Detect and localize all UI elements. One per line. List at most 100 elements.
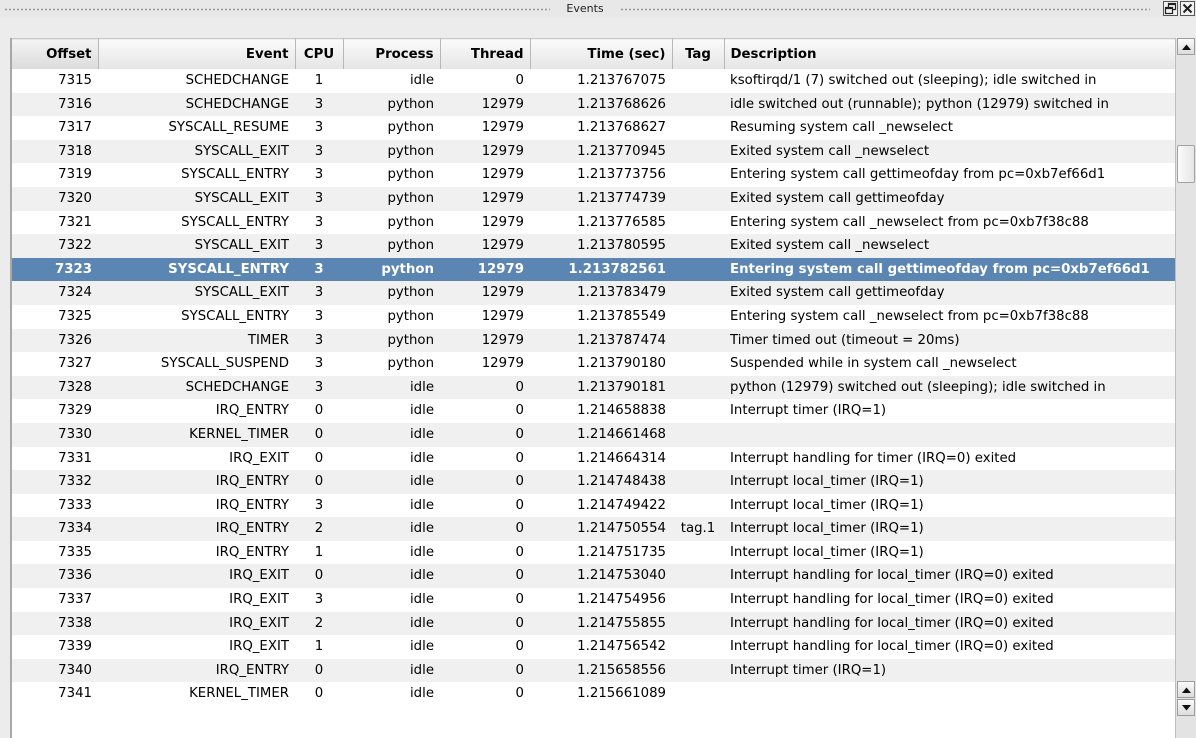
cell-time: 1.213768626 [530,92,672,117]
cell-cpu: 3 [295,352,343,376]
cell-time: 1.214753040 [530,564,672,589]
cell-thread: 12979 [440,234,530,258]
column-header-cpu[interactable]: CPU [295,38,344,69]
column-header-time[interactable]: Time (sec) [530,38,673,69]
table-row[interactable]: 7326 TIMER 3 python 12979 1.213787474 Timer ti… [12,328,1175,353]
cell-offset: 7329 [12,399,98,423]
scroll-down-button[interactable] [1177,699,1195,716]
table-row[interactable]: 7327 SYSCALL_SUSPEND 3 python 12979 1.2137901… [12,352,1175,376]
cell-tag [672,163,724,187]
cell-tag [672,493,724,518]
cell-description: Timer timed out (timeout = 20ms) [724,328,1175,353]
cell-tag [672,446,724,471]
cell-description: Exited system call _newselect [724,234,1175,258]
cell-time: 1.214755855 [530,611,672,636]
cell-tag [672,234,724,258]
close-panel-button[interactable] [1180,1,1195,16]
cell-time: 1.213767075 [530,69,672,93]
cell-event: IRQ_ENTRY [98,517,295,541]
cell-cpu: 3 [295,163,343,187]
cell-event: IRQ_EXIT [98,611,295,636]
table-row[interactable]: 7321 SYSCALL_ENTRY 3 python 12979 1.213776585… [12,210,1175,235]
column-header-offset[interactable]: Offset [12,38,99,69]
cell-process: python [343,328,440,353]
cell-cpu: 2 [295,517,343,541]
cell-offset: 7323 [12,257,98,282]
cell-event: IRQ_EXIT [98,564,295,589]
table-row[interactable]: 7320 SYSCALL_EXIT 3 python 12979 1.213774739 E… [12,186,1175,211]
table-row[interactable]: 7333 IRQ_ENTRY 3 idle 0 1.214749422 Interrupt … [12,493,1175,518]
cell-tag [672,422,724,447]
events-titlebar[interactable]: Events [0,0,1196,18]
table-row[interactable]: 7332 IRQ_ENTRY 0 idle 0 1.214748438 Interrupt … [12,470,1175,494]
table-row[interactable]: 7316 SCHEDCHANGE 3 python 12979 1.213768626 id… [12,92,1175,117]
column-header-description[interactable]: Description [724,38,1175,69]
cell-thread: 0 [440,658,530,683]
cell-time: 1.213768627 [530,116,672,140]
cell-event: IRQ_EXIT [98,588,295,612]
cell-thread: 0 [440,635,530,659]
table-row[interactable]: 7336 IRQ_EXIT 0 idle 0 1.214753040 Interrupt h… [12,564,1175,589]
table-row[interactable]: 7341 KERNEL_TIMER 0 idle 0 1.215661089 [12,682,1175,707]
table-row[interactable]: 7328 SCHEDCHANGE 3 idle 0 1.213790181 python (… [12,375,1175,400]
cell-event: SYSCALL_EXIT [98,281,295,305]
table-row[interactable]: 7339 IRQ_EXIT 1 idle 0 1.214756542 Interrupt h… [12,635,1175,659]
cell-description: Interrupt local_timer (IRQ=1) [724,470,1175,494]
table-row[interactable]: 7334 IRQ_ENTRY 2 idle 0 1.214750554 tag.1 Inter… [12,517,1175,541]
cell-thread: 0 [440,682,530,707]
column-header-thread[interactable]: Thread [440,38,531,69]
cell-tag [672,69,724,93]
table-row[interactable]: 7317 SYSCALL_RESUME 3 python 12979 1.21376862… [12,116,1175,140]
table-row[interactable]: 7325 SYSCALL_ENTRY 3 python 12979 1.213785549… [12,304,1175,329]
cell-process: idle [343,564,440,589]
cell-event: SYSCALL_ENTRY [98,163,295,187]
table-row[interactable]: 7324 SYSCALL_EXIT 3 python 12979 1.213783479 E… [12,281,1175,305]
scroll-up-button-lower[interactable] [1177,681,1195,698]
cell-thread: 0 [440,588,530,612]
cell-process: idle [343,588,440,612]
cell-thread: 12979 [440,210,530,235]
cell-description: Entering system call gettimeofday from p… [724,257,1175,282]
column-header-process[interactable]: Process [343,38,441,69]
table-row[interactable]: 7329 IRQ_ENTRY 0 idle 0 1.214658838 Interrupt … [12,399,1175,423]
cell-thread: 12979 [440,186,530,211]
cell-process: python [343,186,440,211]
cell-event: IRQ_EXIT [98,635,295,659]
cell-time: 1.214756542 [530,635,672,659]
scroll-up-button[interactable] [1177,38,1195,55]
cell-cpu: 3 [295,139,343,164]
table-row[interactable]: 7319 SYSCALL_ENTRY 3 python 12979 1.213773756… [12,163,1175,187]
table-row[interactable]: 7337 IRQ_EXIT 3 idle 0 1.214754956 Interrupt h… [12,588,1175,612]
cell-thread: 12979 [440,163,530,187]
column-header-event[interactable]: Event [98,38,296,69]
events-table-body: 7315 SCHEDCHANGE 1 idle 0 1.213767075 ksoftirq… [12,69,1175,738]
cell-cpu: 3 [295,92,343,117]
cell-tag [672,635,724,659]
cell-time: 1.213790180 [530,352,672,376]
cell-cpu: 3 [295,304,343,329]
cell-tag [672,139,724,164]
cell-process: python [343,163,440,187]
cell-cpu: 3 [295,375,343,400]
table-row-selected[interactable]: 7323 SYSCALL_ENTRY 3 python 12979 1.213782561… [12,257,1175,282]
table-row[interactable]: 7335 IRQ_ENTRY 1 idle 0 1.214751735 Interrupt … [12,540,1175,565]
table-row[interactable]: 7338 IRQ_EXIT 2 idle 0 1.214755855 Interrupt h… [12,611,1175,636]
table-row[interactable]: 7331 IRQ_EXIT 0 idle 0 1.214664314 Interrupt h… [12,446,1175,471]
table-row[interactable]: 7322 SYSCALL_EXIT 3 python 12979 1.213780595 E… [12,234,1175,258]
table-row[interactable]: 7340 IRQ_ENTRY 0 idle 0 1.215658556 Interrupt … [12,658,1175,683]
cell-description: Entering system call gettimeofday from p… [724,163,1175,187]
table-row[interactable]: 7318 SYSCALL_EXIT 3 python 12979 1.213770945 E… [12,139,1175,164]
cell-event: SYSCALL_EXIT [98,139,295,164]
cell-cpu: 3 [295,186,343,211]
table-row[interactable]: 7315 SCHEDCHANGE 1 idle 0 1.213767075 ksoftirq… [12,69,1175,93]
table-row[interactable]: 7330 KERNEL_TIMER 0 idle 0 1.214661468 [12,422,1175,447]
column-header-tag[interactable]: Tag [672,38,725,69]
vertical-scrollbar[interactable] [1175,38,1196,738]
cell-thread: 0 [440,493,530,518]
float-window-button[interactable] [1163,1,1178,16]
cell-thread: 12979 [440,139,530,164]
cell-offset: 7339 [12,635,98,659]
scrollbar-thumb[interactable] [1177,145,1195,183]
cell-cpu: 1 [295,635,343,659]
cell-thread: 0 [440,446,530,471]
